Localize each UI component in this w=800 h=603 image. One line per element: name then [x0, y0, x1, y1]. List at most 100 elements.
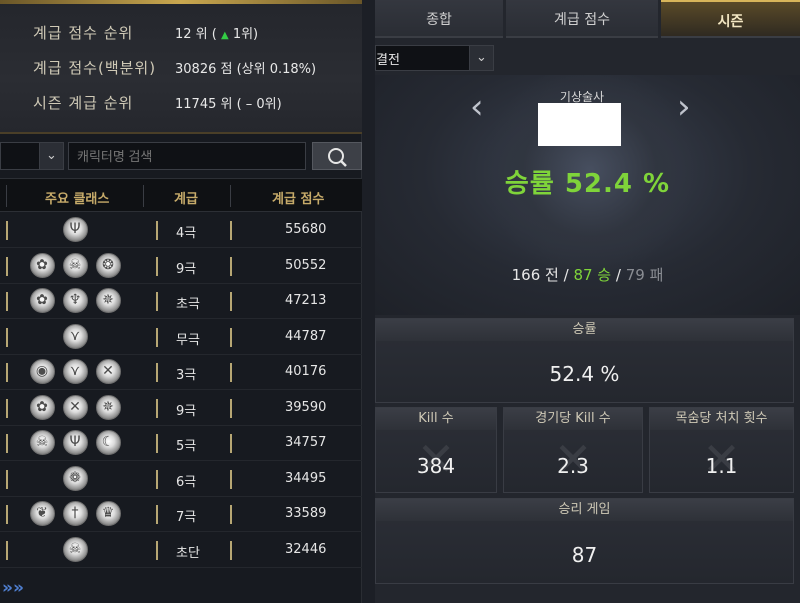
flower-emblem-icon: ✿	[29, 394, 55, 420]
chevron-down-icon[interactable]: ⌄	[469, 46, 493, 70]
row-divider	[156, 292, 158, 311]
row-grade: 초극	[176, 297, 200, 312]
kills-per-life-title: 목숨당 처치 횟수	[650, 408, 793, 430]
row-grade: 무극	[176, 332, 200, 348]
table-row[interactable]: ⋎ 무극 44787	[0, 320, 362, 355]
row-divider	[156, 363, 158, 382]
row-divider	[156, 398, 158, 418]
class-emblems: ✿ ✕ ✵	[29, 394, 121, 422]
table-row[interactable]: ✿ ✕ ✵ 9극 39590	[0, 391, 362, 426]
character-search-input[interactable]	[68, 142, 306, 170]
kills-panel: Kill 수 ✕ 384	[375, 407, 497, 493]
wheel-emblem-icon: ❂	[95, 252, 121, 278]
class-emblems: ⋎	[62, 323, 88, 351]
win-games-value: 87	[571, 543, 598, 567]
table-row[interactable]: ✿ ☠ ❂ 9극 50552	[0, 249, 362, 284]
table-row[interactable]: ◉ ⋎ ✕ 3극 40176	[0, 355, 362, 390]
row-divider	[6, 505, 8, 524]
row-grade: 9극	[176, 403, 197, 419]
cross-blades-emblem-icon: ✕	[95, 359, 121, 384]
row-divider	[6, 540, 8, 560]
truncated-top-text: ▀ ▀▀	[205, 0, 242, 8]
skull-emblem-icon: ☠	[62, 536, 88, 562]
row-divider	[230, 363, 232, 382]
trident-emblem-icon: Ψ	[62, 430, 88, 455]
crescent-emblem-icon: ☾	[95, 430, 121, 455]
table-row[interactable]: ✿ ♆ ✵ 초극 47213	[0, 284, 362, 319]
class-emblems: ✿ ♆ ✵	[29, 288, 121, 315]
tab-overview[interactable]: 종합	[375, 0, 503, 38]
dagger-emblem-icon: †	[62, 501, 88, 526]
row-score: 47213	[285, 293, 327, 308]
losses: 79 패	[625, 266, 664, 284]
kills-per-life-panel: 목숨당 처치 횟수 ✕ 1.1	[649, 407, 794, 493]
search-icon	[328, 148, 347, 167]
class-portrait	[538, 103, 621, 146]
spiral-emblem-icon: ❁	[62, 465, 88, 491]
row-divider	[6, 221, 8, 240]
wins: 87 승	[573, 266, 612, 284]
next-page-icon[interactable]: »»	[0, 576, 60, 603]
chaos-emblem-icon: ✵	[95, 394, 121, 420]
row-score: 34495	[285, 470, 327, 486]
winrate-value: 52.4 %	[549, 362, 620, 386]
skull-emblem-icon: ☠	[62, 252, 88, 278]
row-score: 39590	[285, 399, 327, 415]
class-emblems: ❦ † ♛	[29, 501, 121, 528]
rank-stats-box: ▀ ▀▀ 계급 점수 순위 12 위 ( ▲ 1위) 계급 점수(백분위) 30…	[0, 0, 362, 134]
chevron-down-icon[interactable]: ⌄	[39, 143, 63, 169]
class-emblems: Ψ	[62, 217, 88, 244]
row-score: 32446	[285, 541, 327, 557]
table-row[interactable]: ☠ 초단 32446	[0, 533, 362, 568]
row-score: 33589	[285, 506, 327, 521]
percentile-row: 계급 점수(백분위) 30826 점 (상위 0.18%)	[33, 56, 316, 78]
next-class-icon[interactable]: ›	[677, 87, 691, 127]
tab-bar: 종합 계급 점수 시즌	[375, 0, 800, 40]
row-divider	[156, 256, 158, 276]
row-divider	[6, 292, 8, 311]
mode-select-value: 결전	[376, 53, 400, 68]
table-row[interactable]: ☠ Ψ ☾ 5극 34757	[0, 426, 362, 461]
table-row[interactable]: ❁ 6극 34495	[0, 462, 362, 497]
previous-class-icon[interactable]: ‹	[470, 87, 484, 127]
header-score: 계급 점수	[272, 192, 325, 207]
winrate-panel: 승률 52.4 %	[375, 318, 794, 403]
row-grade: 초단	[176, 545, 200, 561]
claw-emblem-icon: ♛	[95, 501, 121, 526]
row-divider	[156, 327, 158, 347]
row-divider	[156, 434, 158, 453]
row-divider	[230, 256, 232, 276]
row-divider	[230, 469, 232, 489]
row-divider	[230, 505, 232, 524]
row-score: 55680	[285, 222, 327, 237]
season-rank-row: 시즌 계급 순위 11745 위 ( – 0위)	[33, 91, 282, 113]
win-games-panel: 승리 게임 87	[375, 498, 794, 584]
trident-emblem-icon: Ψ	[62, 217, 88, 242]
kills-per-game-title: 경기당 Kill 수	[504, 408, 642, 430]
flower-emblem-icon: ✿	[29, 252, 55, 278]
row-grade: 4극	[176, 226, 197, 241]
row-divider	[6, 398, 8, 418]
server-select[interactable]: ⌄	[0, 142, 64, 170]
record-separator: /	[615, 266, 621, 284]
row-divider	[6, 434, 8, 453]
row-score: 44787	[285, 328, 327, 344]
row-divider	[230, 398, 232, 418]
search-button[interactable]	[312, 142, 362, 170]
mode-select[interactable]: 결전 ⌄	[375, 45, 494, 71]
table-row[interactable]: Ψ 4극 55680	[0, 213, 362, 248]
ranking-table-header: 주요 클래스 계급 계급 점수	[0, 178, 362, 212]
flower-emblem-icon: ✿	[29, 288, 55, 313]
search-bar: ⌄	[0, 142, 362, 170]
bat-emblem-icon: ⋎	[62, 323, 88, 349]
chaos-emblem-icon: ✵	[95, 288, 121, 313]
class-emblems: ✿ ☠ ❂	[29, 252, 121, 280]
row-divider	[156, 469, 158, 489]
skull-emblem-icon: ☠	[29, 430, 55, 455]
percentile-label: 계급 점수(백분위)	[33, 58, 157, 77]
header-grade: 계급	[174, 192, 198, 207]
tab-season[interactable]: 시즌	[661, 0, 800, 38]
tab-grade-score[interactable]: 계급 점수	[506, 0, 658, 38]
table-row[interactable]: ❦ † ♛ 7극 33589	[0, 497, 362, 532]
stats-detail-panel: 종합 계급 점수 시즌 결전 ⌄ ‹ › 기상술사 승률 52.4 % 166 …	[375, 0, 800, 603]
